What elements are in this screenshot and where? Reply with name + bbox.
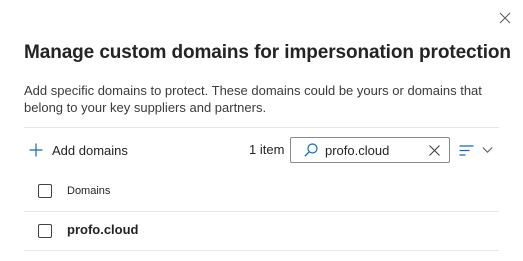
search-input[interactable] <box>325 142 425 158</box>
toolbar-divider <box>24 127 499 128</box>
plus-icon <box>29 143 43 157</box>
sort-button[interactable] <box>459 142 495 158</box>
add-domains-button[interactable]: Add domains <box>28 140 128 160</box>
search-box[interactable] <box>290 137 450 163</box>
sort-lines-icon <box>459 144 474 156</box>
row-divider <box>24 250 499 251</box>
row-checkbox[interactable] <box>38 224 52 238</box>
header-divider <box>24 211 499 212</box>
table-row-domain[interactable]: profo.cloud <box>67 222 139 237</box>
item-count: 1 item <box>249 142 285 157</box>
column-header-domains[interactable]: Domains <box>67 185 110 197</box>
dialog-title: Manage custom domains for impersonation … <box>24 42 511 63</box>
add-domains-label: Add domains <box>52 142 128 158</box>
search-icon <box>304 143 318 157</box>
chevron-down-icon <box>482 147 493 153</box>
dialog-description: Add specific domains to protect. These d… <box>24 83 482 115</box>
select-all-checkbox[interactable] <box>38 184 52 198</box>
clear-icon[interactable] <box>428 144 441 157</box>
close-button[interactable] <box>497 10 513 26</box>
close-icon <box>499 12 511 24</box>
